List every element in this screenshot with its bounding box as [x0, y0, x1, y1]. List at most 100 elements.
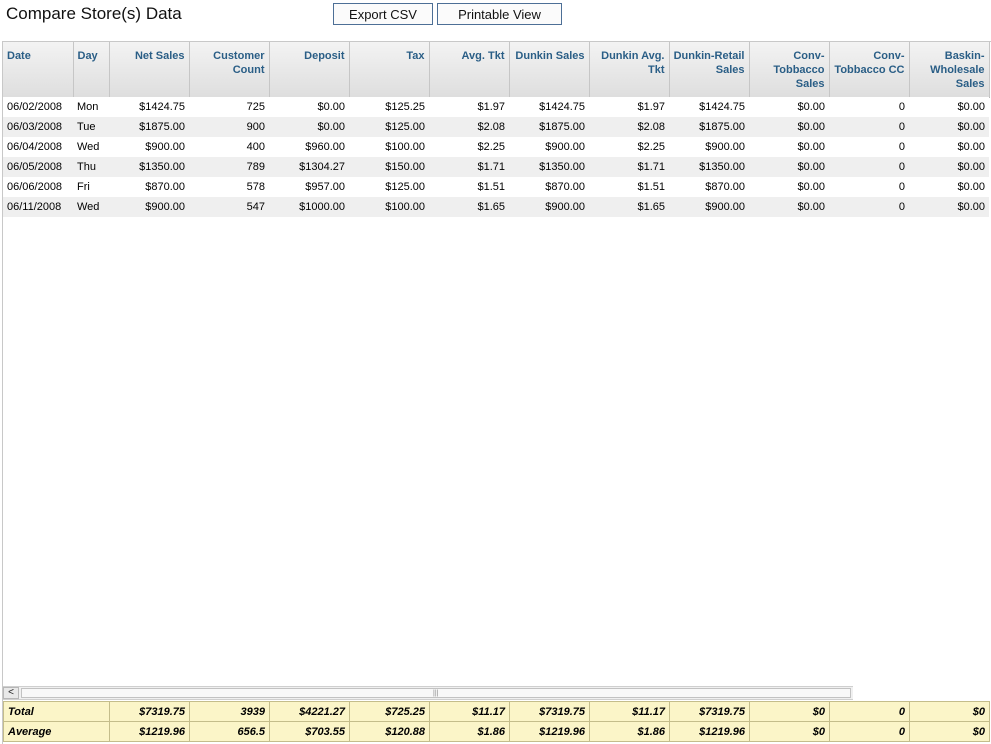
summary-cell: $11.17	[589, 701, 670, 722]
table-cell: 0	[829, 97, 909, 117]
average-row: Average $1219.96 656.5 $703.55 $120.88 $1.86 $…	[3, 721, 990, 742]
printable-view-button[interactable]: Printable View	[437, 3, 562, 25]
column-header[interactable]: Avg. Tkt	[429, 42, 510, 98]
table-cell: 0	[829, 197, 909, 217]
summary-cell: $0	[749, 721, 830, 742]
table-cell: $960.00	[269, 137, 349, 157]
table-cell: Wed	[73, 197, 109, 217]
table-cell: $1.71	[429, 157, 509, 177]
scroll-grip-icon: |||	[433, 690, 439, 697]
column-header[interactable]: Customer Count	[189, 42, 270, 98]
table-cell: $2.25	[589, 137, 669, 157]
summary-cell: $703.55	[269, 721, 350, 742]
table-cell: $2.25	[429, 137, 509, 157]
column-header[interactable]: Dunkin Sales	[509, 42, 590, 98]
summary-cell: 0	[829, 721, 910, 742]
table-cell: $900.00	[509, 137, 589, 157]
summary-cell: Total	[3, 701, 110, 722]
export-csv-button[interactable]: Export CSV	[333, 3, 433, 25]
summary-cell: 656.5	[189, 721, 270, 742]
table-cell: 0	[829, 157, 909, 177]
table-cell: $0.00	[749, 117, 829, 137]
table-cell: $1.97	[429, 97, 509, 117]
table-row[interactable]: 06/02/2008 Mon $1424.75 725 $0.00 $125.25 $1.9…	[3, 97, 989, 117]
table-cell: $1875.00	[669, 117, 749, 137]
table-row[interactable]: 06/03/2008 Tue $1875.00 900 $0.00 $125.00 $2.0…	[3, 117, 989, 137]
table-cell: $870.00	[109, 177, 189, 197]
table-cell: $100.00	[349, 197, 429, 217]
grid-footer: Total $7319.75 3939 $4221.27 $725.25 $11.17 $7…	[3, 701, 990, 742]
table-cell: $1.65	[429, 197, 509, 217]
summary-cell: $1.86	[589, 721, 670, 742]
table-cell: $900.00	[109, 137, 189, 157]
column-header[interactable]: Dunkin Avg. Tkt	[589, 42, 670, 98]
table-cell: Tue	[73, 117, 109, 137]
table-cell: $0.00	[749, 177, 829, 197]
table-cell: 06/03/2008	[3, 117, 73, 137]
column-header[interactable]: Deposit	[269, 42, 350, 98]
table-row[interactable]: 06/06/2008 Fri $870.00 578 $957.00 $125.00 $1.…	[3, 177, 989, 197]
column-header[interactable]: Date	[3, 42, 74, 98]
table-cell: $1424.75	[669, 97, 749, 117]
table-cell: $2.08	[429, 117, 509, 137]
summary-cell: $1219.96	[669, 721, 750, 742]
summary-cell: 3939	[189, 701, 270, 722]
summary-cell: $1.86	[429, 721, 510, 742]
table-cell: 0	[829, 137, 909, 157]
summary-cell: $7319.75	[669, 701, 750, 722]
data-grid: Date Day Net Sales Customer Count Deposit Tax…	[2, 41, 991, 744]
table-cell: $0.00	[909, 97, 989, 117]
table-cell: Mon	[73, 97, 109, 117]
table-cell: $2.08	[589, 117, 669, 137]
table-cell: 0	[829, 117, 909, 137]
summary-cell: $4221.27	[269, 701, 350, 722]
table-cell: $870.00	[509, 177, 589, 197]
grid-body: 06/02/2008 Mon $1424.75 725 $0.00 $125.25 $1.9…	[3, 97, 989, 217]
table-row[interactable]: 06/04/2008 Wed $900.00 400 $960.00 $100.00 $2.…	[3, 137, 989, 157]
header-row: Date Day Net Sales Customer Count Deposit Tax…	[3, 42, 990, 98]
summary-cell: $1219.96	[509, 721, 590, 742]
column-header[interactable]: Conv-Tobbacco Sales	[749, 42, 830, 98]
grid-header: Date Day Net Sales Customer Count Deposit Tax…	[3, 42, 990, 98]
table-cell: $1304.27	[269, 157, 349, 177]
summary-cell: $1219.96	[109, 721, 190, 742]
horizontal-scrollbar[interactable]: < |||	[3, 686, 853, 700]
table-cell: $1424.75	[109, 97, 189, 117]
scroll-thumb[interactable]: |||	[21, 688, 851, 698]
table-cell: $0.00	[749, 197, 829, 217]
column-header[interactable]: Conv-Tobbacco CC	[829, 42, 910, 98]
table-cell: $0.00	[749, 137, 829, 157]
table-cell: $125.25	[349, 97, 429, 117]
table-cell: 789	[189, 157, 269, 177]
table-cell: 400	[189, 137, 269, 157]
column-header[interactable]: Net Sales	[109, 42, 190, 98]
table-cell: $0.00	[749, 97, 829, 117]
column-header[interactable]: Tax	[349, 42, 430, 98]
summary-cell: $120.88	[349, 721, 430, 742]
table-cell: $0.00	[909, 137, 989, 157]
table-cell: $900.00	[109, 197, 189, 217]
total-row: Total $7319.75 3939 $4221.27 $725.25 $11.17 $7…	[3, 701, 990, 722]
scroll-left-arrow-icon[interactable]: <	[3, 687, 19, 699]
column-header[interactable]: Dunkin-Retail Sales	[669, 42, 750, 98]
table-cell: $900.00	[509, 197, 589, 217]
table-cell: Wed	[73, 137, 109, 157]
column-header[interactable]: Day	[73, 42, 110, 98]
table-cell: 547	[189, 197, 269, 217]
table-cell: $1.51	[589, 177, 669, 197]
table-cell: $0.00	[269, 97, 349, 117]
table-cell: 0	[829, 177, 909, 197]
column-header[interactable]: Baskin-Wholesale Sales	[909, 42, 990, 98]
table-cell: $1350.00	[509, 157, 589, 177]
table-cell: $125.00	[349, 117, 429, 137]
table-cell: $0.00	[909, 197, 989, 217]
table-cell: $150.00	[349, 157, 429, 177]
table-row[interactable]: 06/11/2008 Wed $900.00 547 $1000.00 $100.00 $1…	[3, 197, 989, 217]
table-row[interactable]: 06/05/2008 Thu $1350.00 789 $1304.27 $150.00 $…	[3, 157, 989, 177]
table-cell: Fri	[73, 177, 109, 197]
table-cell: $1.71	[589, 157, 669, 177]
table-cell: $1.97	[589, 97, 669, 117]
table-cell: $1424.75	[509, 97, 589, 117]
table-cell: $870.00	[669, 177, 749, 197]
table-cell: $0.00	[909, 117, 989, 137]
